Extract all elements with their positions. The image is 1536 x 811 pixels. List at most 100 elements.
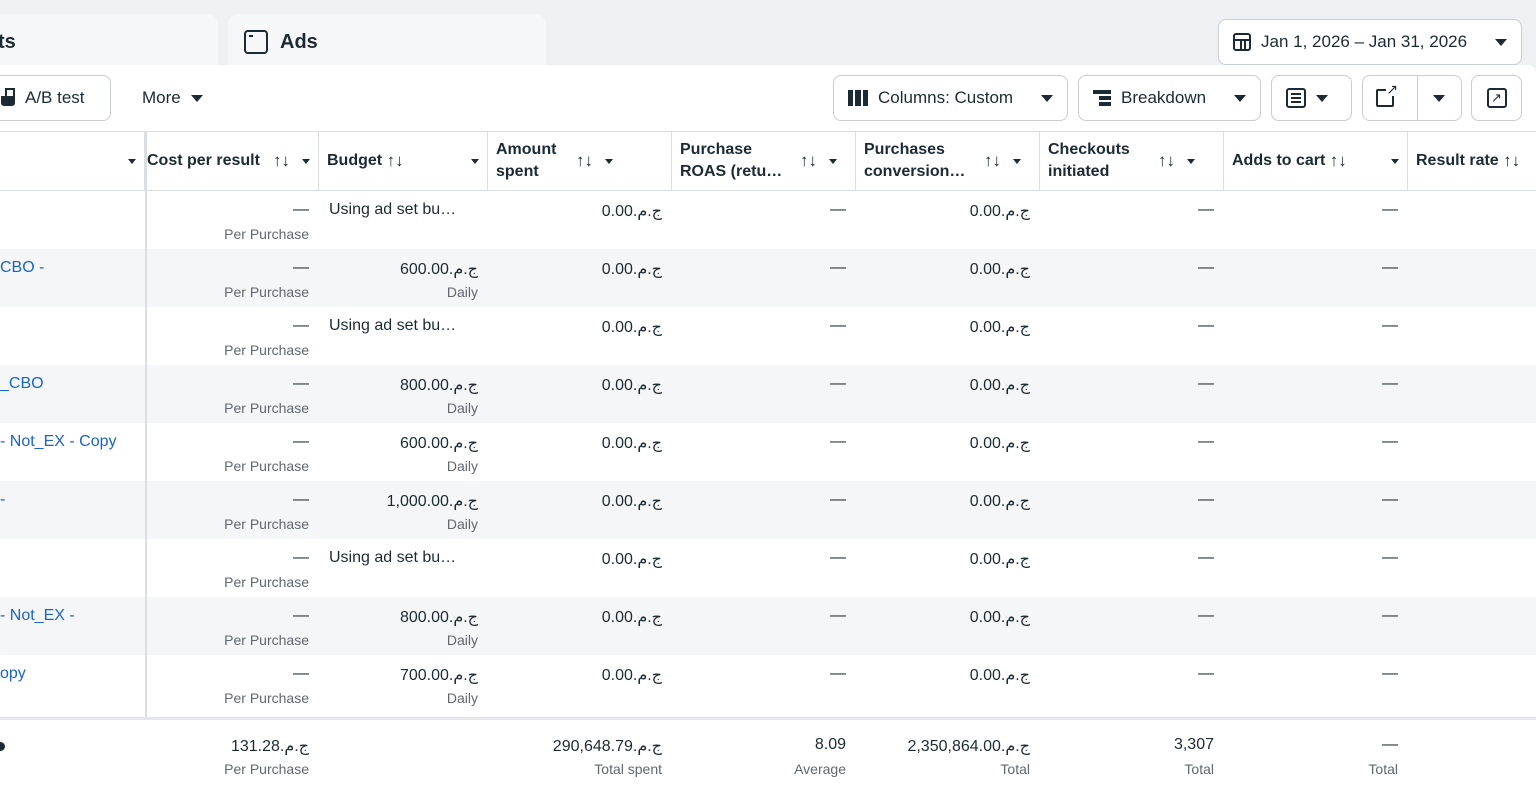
table-row[interactable]: — Per Purchase Using ad set bu… ج.م.0.00 — ج.… (0, 539, 1536, 597)
export-dropdown[interactable] (1416, 76, 1461, 120)
col-header-purchases-conversion[interactable]: Purchases conversion… ↑↓ (856, 132, 1040, 190)
col-header-checkouts-initiated[interactable]: Checkouts initiated ↑↓ (1040, 132, 1224, 190)
roas-cell: — (830, 259, 846, 276)
reports-icon (1286, 88, 1306, 108)
column-menu-icon[interactable] (605, 158, 613, 164)
amount-spent-cell: ج.م.0.00 (601, 551, 662, 568)
breakdown-button[interactable]: Breakdown (1078, 75, 1261, 121)
checkouts-cell: — (1198, 375, 1214, 392)
toolbar: A/B test More Columns: Custom Breakdown (0, 75, 1536, 121)
calendar-icon (1233, 33, 1251, 51)
campaign-name-link[interactable]: CBO - (0, 259, 44, 277)
total-checkouts: 3,307 Total (1173, 736, 1214, 777)
table-row[interactable]: — Per Purchase Using ad set bu… ج.م.0.00 — ج.… (0, 191, 1536, 249)
tab-ads[interactable]: Ads (228, 14, 546, 70)
charts-button[interactable]: ↗ (1471, 75, 1522, 121)
cost-per-result-cell: — Per Purchase (224, 201, 309, 242)
cost-per-result-cell: — Per Purchase (224, 665, 309, 706)
sort-icon[interactable]: ↑↓ (576, 150, 593, 172)
column-menu-icon[interactable] (1391, 158, 1399, 164)
budget-cell: ج.م.1,000.00 Daily (386, 493, 478, 532)
reports-button[interactable] (1271, 75, 1352, 121)
col-header-result-rate[interactable]: Result rate ↑↓ (1408, 132, 1536, 190)
more-button[interactable]: More (128, 75, 217, 121)
campaign-name-link[interactable]: _CBO (0, 375, 44, 393)
checkouts-cell: — (1198, 433, 1214, 450)
purchases-conversion-cell: ج.م.0.00 (969, 377, 1030, 394)
checkouts-cell: — (1198, 607, 1214, 624)
ab-test-label: A/B test (25, 88, 85, 107)
table-row[interactable]: _CBO — Per Purchase ج.م.800.00 Daily ج.م.0.00… (0, 365, 1536, 423)
table-row[interactable]: - — Per Purchase ج.م.1,000.00 Daily ج.م.0.00 —… (0, 481, 1536, 539)
checkouts-cell: — (1198, 317, 1214, 334)
column-menu-icon[interactable] (1013, 158, 1021, 164)
export-button[interactable] (1363, 76, 1407, 120)
roas-cell: — (830, 491, 846, 508)
campaign-name-link[interactable]: - Not_EX - Copy (0, 433, 116, 451)
purchases-conversion-cell: ج.م.0.00 (969, 203, 1030, 220)
adds-to-cart-cell: — (1382, 549, 1398, 566)
tab-label: ts (0, 30, 16, 53)
adds-to-cart-cell: — (1382, 433, 1398, 450)
sort-icon[interactable]: ↑↓ (1330, 150, 1379, 172)
roas-cell: — (830, 317, 846, 334)
date-range-picker[interactable]: Jan 1, 2026 – Jan 31, 2026 (1218, 19, 1522, 65)
cost-per-result-cell: — Per Purchase (224, 549, 309, 590)
table-row[interactable]: — Per Purchase Using ad set bu… ج.م.0.00 — ج.… (0, 307, 1536, 365)
col-header-name[interactable] (0, 132, 145, 190)
columns-label: Columns: Custom (878, 88, 1014, 107)
budget-cell: Using ad set bu… (329, 317, 457, 334)
table-row[interactable]: CBO - — Per Purchase ج.م.600.00 Daily ج.م.0.0… (0, 249, 1536, 307)
adds-to-cart-cell: — (1382, 665, 1398, 682)
purchases-conversion-cell: ج.م.0.00 (969, 435, 1030, 452)
totals-row: ج.م.131.28 Per Purchase ج.م.290,648.79 Tot… (0, 717, 1536, 811)
chevron-down-icon (1041, 94, 1053, 102)
total-amount-spent: ج.م.290,648.79 Total spent (552, 738, 662, 777)
columns-button[interactable]: Columns: Custom (833, 75, 1068, 121)
col-header-adds-to-cart[interactable]: Adds to cart ↑↓ (1224, 132, 1408, 190)
column-menu-icon[interactable] (829, 158, 837, 164)
sort-icon[interactable]: ↑↓ (1503, 150, 1520, 172)
sort-icon[interactable]: ↑↓ (273, 150, 290, 172)
col-header-budget[interactable]: Budget ↑↓ (319, 132, 488, 190)
sort-icon[interactable]: ↑↓ (1158, 150, 1175, 172)
campaign-name-link[interactable]: - (0, 491, 5, 509)
breakdown-icon (1093, 90, 1111, 106)
column-menu-icon[interactable] (302, 158, 310, 164)
budget-cell: ج.م.700.00 Daily (399, 667, 478, 706)
purchases-conversion-cell: ج.م.0.00 (969, 609, 1030, 626)
sort-icon[interactable]: ↑↓ (800, 150, 817, 172)
table-row[interactable]: opy — Per Purchase ج.م.700.00 Daily ج.م.0.00 —… (0, 655, 1536, 713)
chevron-down-icon (1234, 94, 1246, 102)
table-header: Cost per result ↑↓ Budget ↑↓ Amount spent… (0, 131, 1536, 191)
purchases-conversion-cell: ج.م.0.00 (969, 261, 1030, 278)
table-row[interactable]: - Not_EX - — Per Purchase ج.م.800.00 Daily ج.… (0, 597, 1536, 655)
campaign-name-link[interactable]: opy (0, 665, 26, 683)
col-header-purchase-roas[interactable]: Purchase ROAS (retu… ↑↓ (672, 132, 856, 190)
ab-test-button[interactable]: A/B test (0, 75, 111, 121)
column-menu-icon[interactable] (1187, 158, 1195, 164)
checkouts-cell: — (1198, 549, 1214, 566)
sort-icon[interactable]: ↑↓ (387, 150, 459, 172)
purchases-conversion-cell: ج.م.0.00 (969, 493, 1030, 510)
budget-cell: ج.م.600.00 Daily (399, 435, 478, 474)
col-header-cost-per-result[interactable]: Cost per result ↑↓ (147, 132, 319, 190)
purchases-conversion-cell: ج.م.0.00 (969, 319, 1030, 336)
tab-ad-sets[interactable]: ts (0, 14, 218, 70)
col-header-amount-spent[interactable]: Amount spent ↑↓ (488, 132, 672, 190)
total-cost-per-result: ج.م.131.28 Per Purchase (224, 738, 309, 777)
roas-cell: — (830, 375, 846, 392)
table-row[interactable]: - Not_EX - Copy — Per Purchase ج.م.600.00 Da… (0, 423, 1536, 481)
export-button-group (1362, 75, 1462, 121)
campaign-name-link[interactable]: - Not_EX - (0, 607, 75, 625)
cost-per-result-cell: — Per Purchase (224, 607, 309, 648)
sort-icon[interactable]: ↑↓ (984, 150, 1001, 172)
budget-cell: ج.م.800.00 Daily (399, 377, 478, 416)
checkouts-cell: — (1198, 491, 1214, 508)
roas-cell: — (830, 549, 846, 566)
column-menu-icon[interactable] (471, 158, 479, 164)
tab-label: Ads (280, 30, 318, 53)
checkouts-cell: — (1198, 259, 1214, 276)
breakdown-label: Breakdown (1121, 88, 1207, 107)
column-menu-icon[interactable] (128, 158, 136, 164)
